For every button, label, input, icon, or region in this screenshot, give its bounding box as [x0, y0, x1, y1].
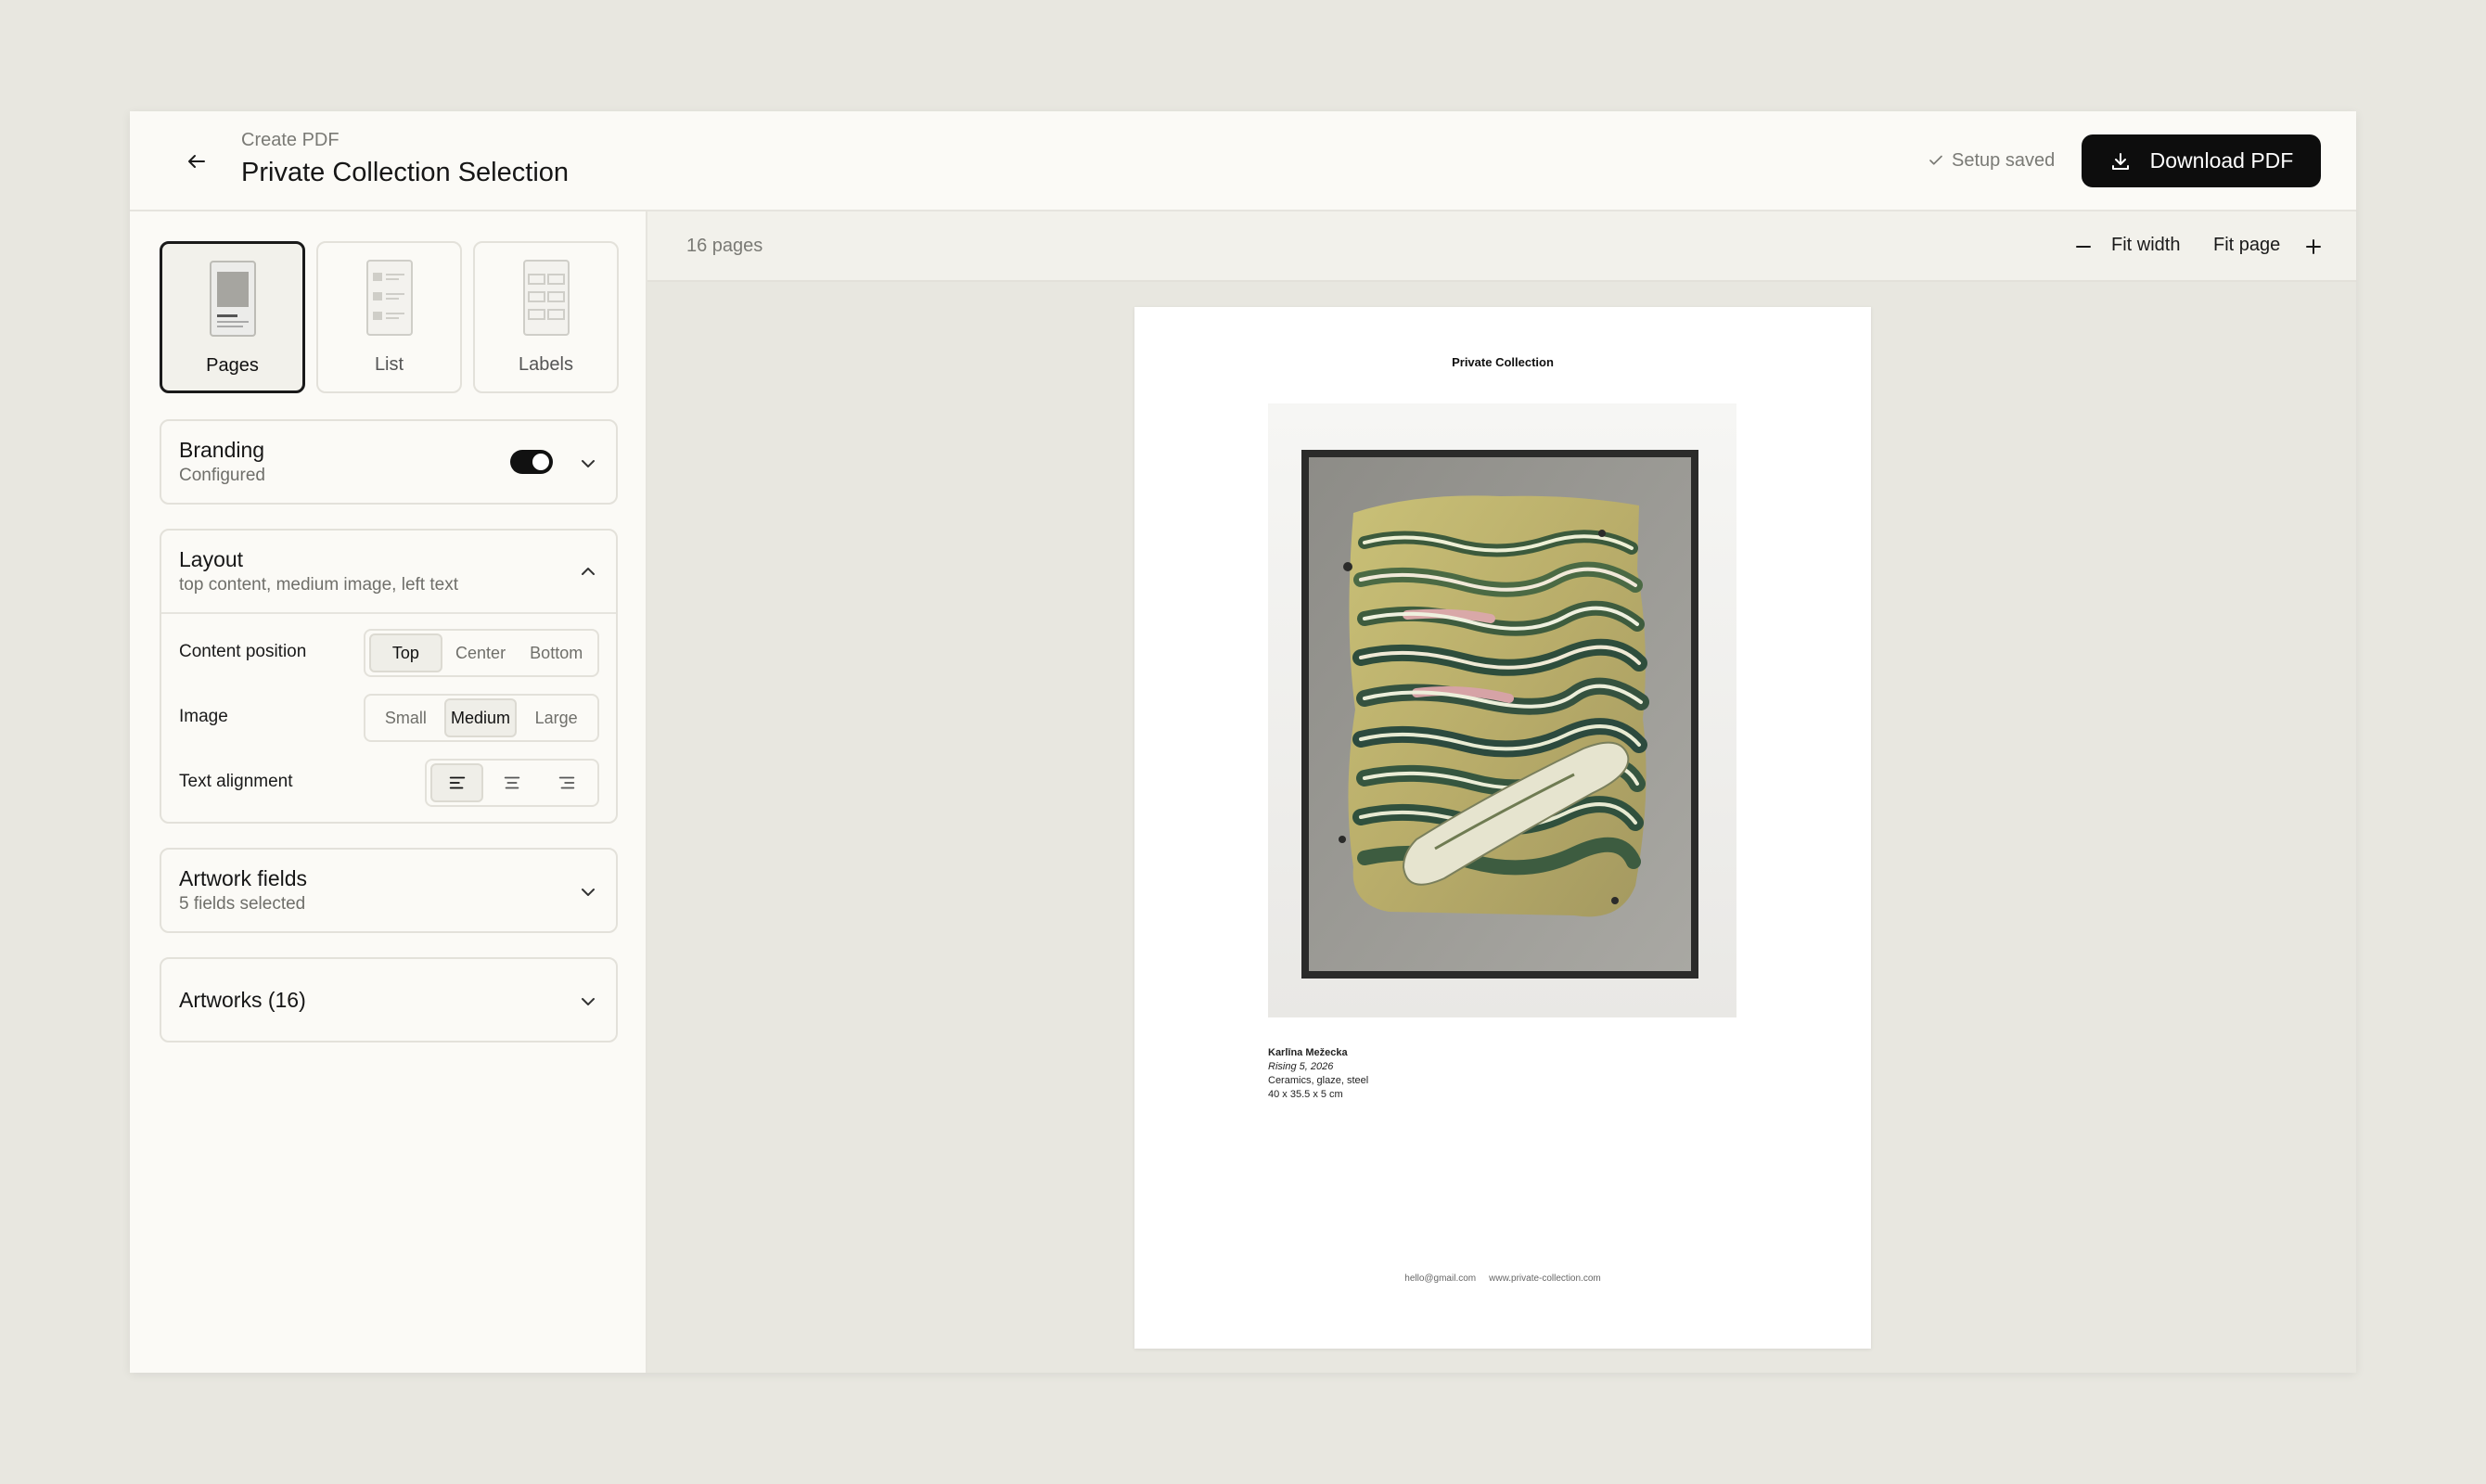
header: Create PDF Private Collection Selection … — [130, 111, 2356, 211]
toggle-knob — [532, 454, 549, 470]
artwork-caption: Karlīna Mežecka Rising 5, 2026 Ceramics,… — [1268, 1046, 1368, 1102]
breadcrumb: Create PDF — [241, 130, 340, 150]
list-layout-icon — [365, 260, 413, 336]
mode-list-label: List — [374, 354, 404, 375]
page-title: Private Collection Selection — [241, 158, 570, 187]
mode-pages-label: Pages — [206, 355, 259, 376]
align-left-button[interactable] — [430, 763, 484, 802]
artist-name: Karlīna Mežecka — [1268, 1047, 1348, 1058]
page-heading: Private Collection — [1452, 355, 1554, 369]
zoom-out-icon[interactable] — [2072, 236, 2095, 258]
image-size-control: Small Medium Large — [364, 694, 599, 742]
image-size-small[interactable]: Small — [369, 698, 442, 737]
align-right-icon — [559, 776, 575, 789]
arrow-left-icon — [188, 155, 205, 168]
page-count: 16 pages — [686, 236, 763, 256]
artwork-dimensions: 40 x 35.5 x 5 cm — [1268, 1089, 1343, 1100]
content-position-bottom[interactable]: Bottom — [519, 633, 594, 672]
footer-website: www.private-collection.com — [1489, 1273, 1601, 1284]
pdf-page-preview: Private Collection Karlīna Mežecka Risin… — [1134, 307, 1871, 1349]
branding-panel[interactable]: Branding Configured — [160, 419, 618, 505]
artworks-title: Artworks (16) — [179, 988, 306, 1012]
artwork-fields-panel[interactable]: Artwork fields 5 fields selected — [160, 848, 618, 933]
save-status-text: Setup saved — [1952, 149, 2056, 171]
page-footer: hello@gmail.com www.private-collection.c… — [1134, 1273, 1871, 1284]
align-left-icon — [449, 776, 465, 789]
content-position-control: Top Center Bottom — [364, 629, 599, 677]
mode-labels[interactable]: Labels — [473, 241, 619, 393]
branding-subtitle: Configured — [179, 466, 265, 485]
content-position-label: Content position — [179, 642, 307, 661]
chevron-up-icon[interactable] — [577, 560, 599, 582]
settings-sidebar: Pages List Labels Branding Configured La… — [130, 211, 647, 1373]
mode-pages[interactable]: Pages — [160, 241, 305, 393]
pages-layout-icon — [209, 261, 256, 337]
footer-email: hello@gmail.com — [1404, 1273, 1477, 1284]
align-right-button[interactable] — [541, 763, 594, 802]
labels-layout-icon — [522, 260, 570, 336]
back-button[interactable] — [176, 141, 217, 182]
branding-title: Branding — [179, 438, 265, 462]
layout-divider — [161, 612, 616, 614]
mode-list[interactable]: List — [316, 241, 462, 393]
image-size-large[interactable]: Large — [519, 698, 594, 737]
save-status: Setup saved — [1928, 148, 2055, 173]
image-size-label: Image — [179, 707, 228, 726]
chevron-down-icon[interactable] — [577, 991, 599, 1013]
chevron-down-icon[interactable] — [577, 453, 599, 475]
download-icon — [2111, 152, 2129, 170]
artwork-illustration — [1268, 403, 1736, 1017]
artwork-medium: Ceramics, glaze, steel — [1268, 1075, 1369, 1086]
layout-subtitle: top content, medium image, left text — [179, 575, 458, 595]
mode-labels-label: Labels — [519, 354, 573, 375]
pdf-builder-window: Create PDF Private Collection Selection … — [130, 111, 2356, 1373]
preview-canvas[interactable]: Private Collection Karlīna Mežecka Risin… — [647, 282, 2356, 1373]
artwork-fields-subtitle: 5 fields selected — [179, 894, 306, 914]
content-position-top[interactable]: Top — [369, 633, 442, 672]
fit-width-button[interactable]: Fit width — [2102, 235, 2189, 256]
layout-panel: Layout top content, medium image, left t… — [160, 529, 618, 824]
chevron-down-icon[interactable] — [577, 881, 599, 903]
preview-toolbar: 16 pages Fit width Fit page — [647, 211, 2356, 282]
artworks-panel[interactable]: Artworks (16) — [160, 957, 618, 1043]
align-center-icon — [504, 776, 520, 789]
content-position-center[interactable]: Center — [444, 633, 518, 672]
zoom-in-icon[interactable] — [2302, 236, 2325, 258]
layout-title: Layout — [179, 547, 244, 571]
align-center-button[interactable] — [485, 763, 538, 802]
text-alignment-label: Text alignment — [179, 772, 293, 791]
branding-toggle[interactable] — [510, 450, 553, 474]
text-alignment-control — [425, 759, 599, 807]
download-pdf-button[interactable]: Download PDF — [2082, 134, 2321, 187]
artwork-image — [1268, 403, 1736, 1017]
artwork-title: Rising 5, 2026 — [1268, 1061, 1334, 1072]
download-pdf-label: Download PDF — [2149, 148, 2294, 173]
check-icon — [1929, 155, 1942, 165]
image-size-medium[interactable]: Medium — [443, 698, 518, 737]
fit-page-button[interactable]: Fit page — [2204, 235, 2289, 256]
artwork-fields-title: Artwork fields — [179, 866, 308, 890]
mode-selector: Pages List Labels — [160, 241, 619, 393]
